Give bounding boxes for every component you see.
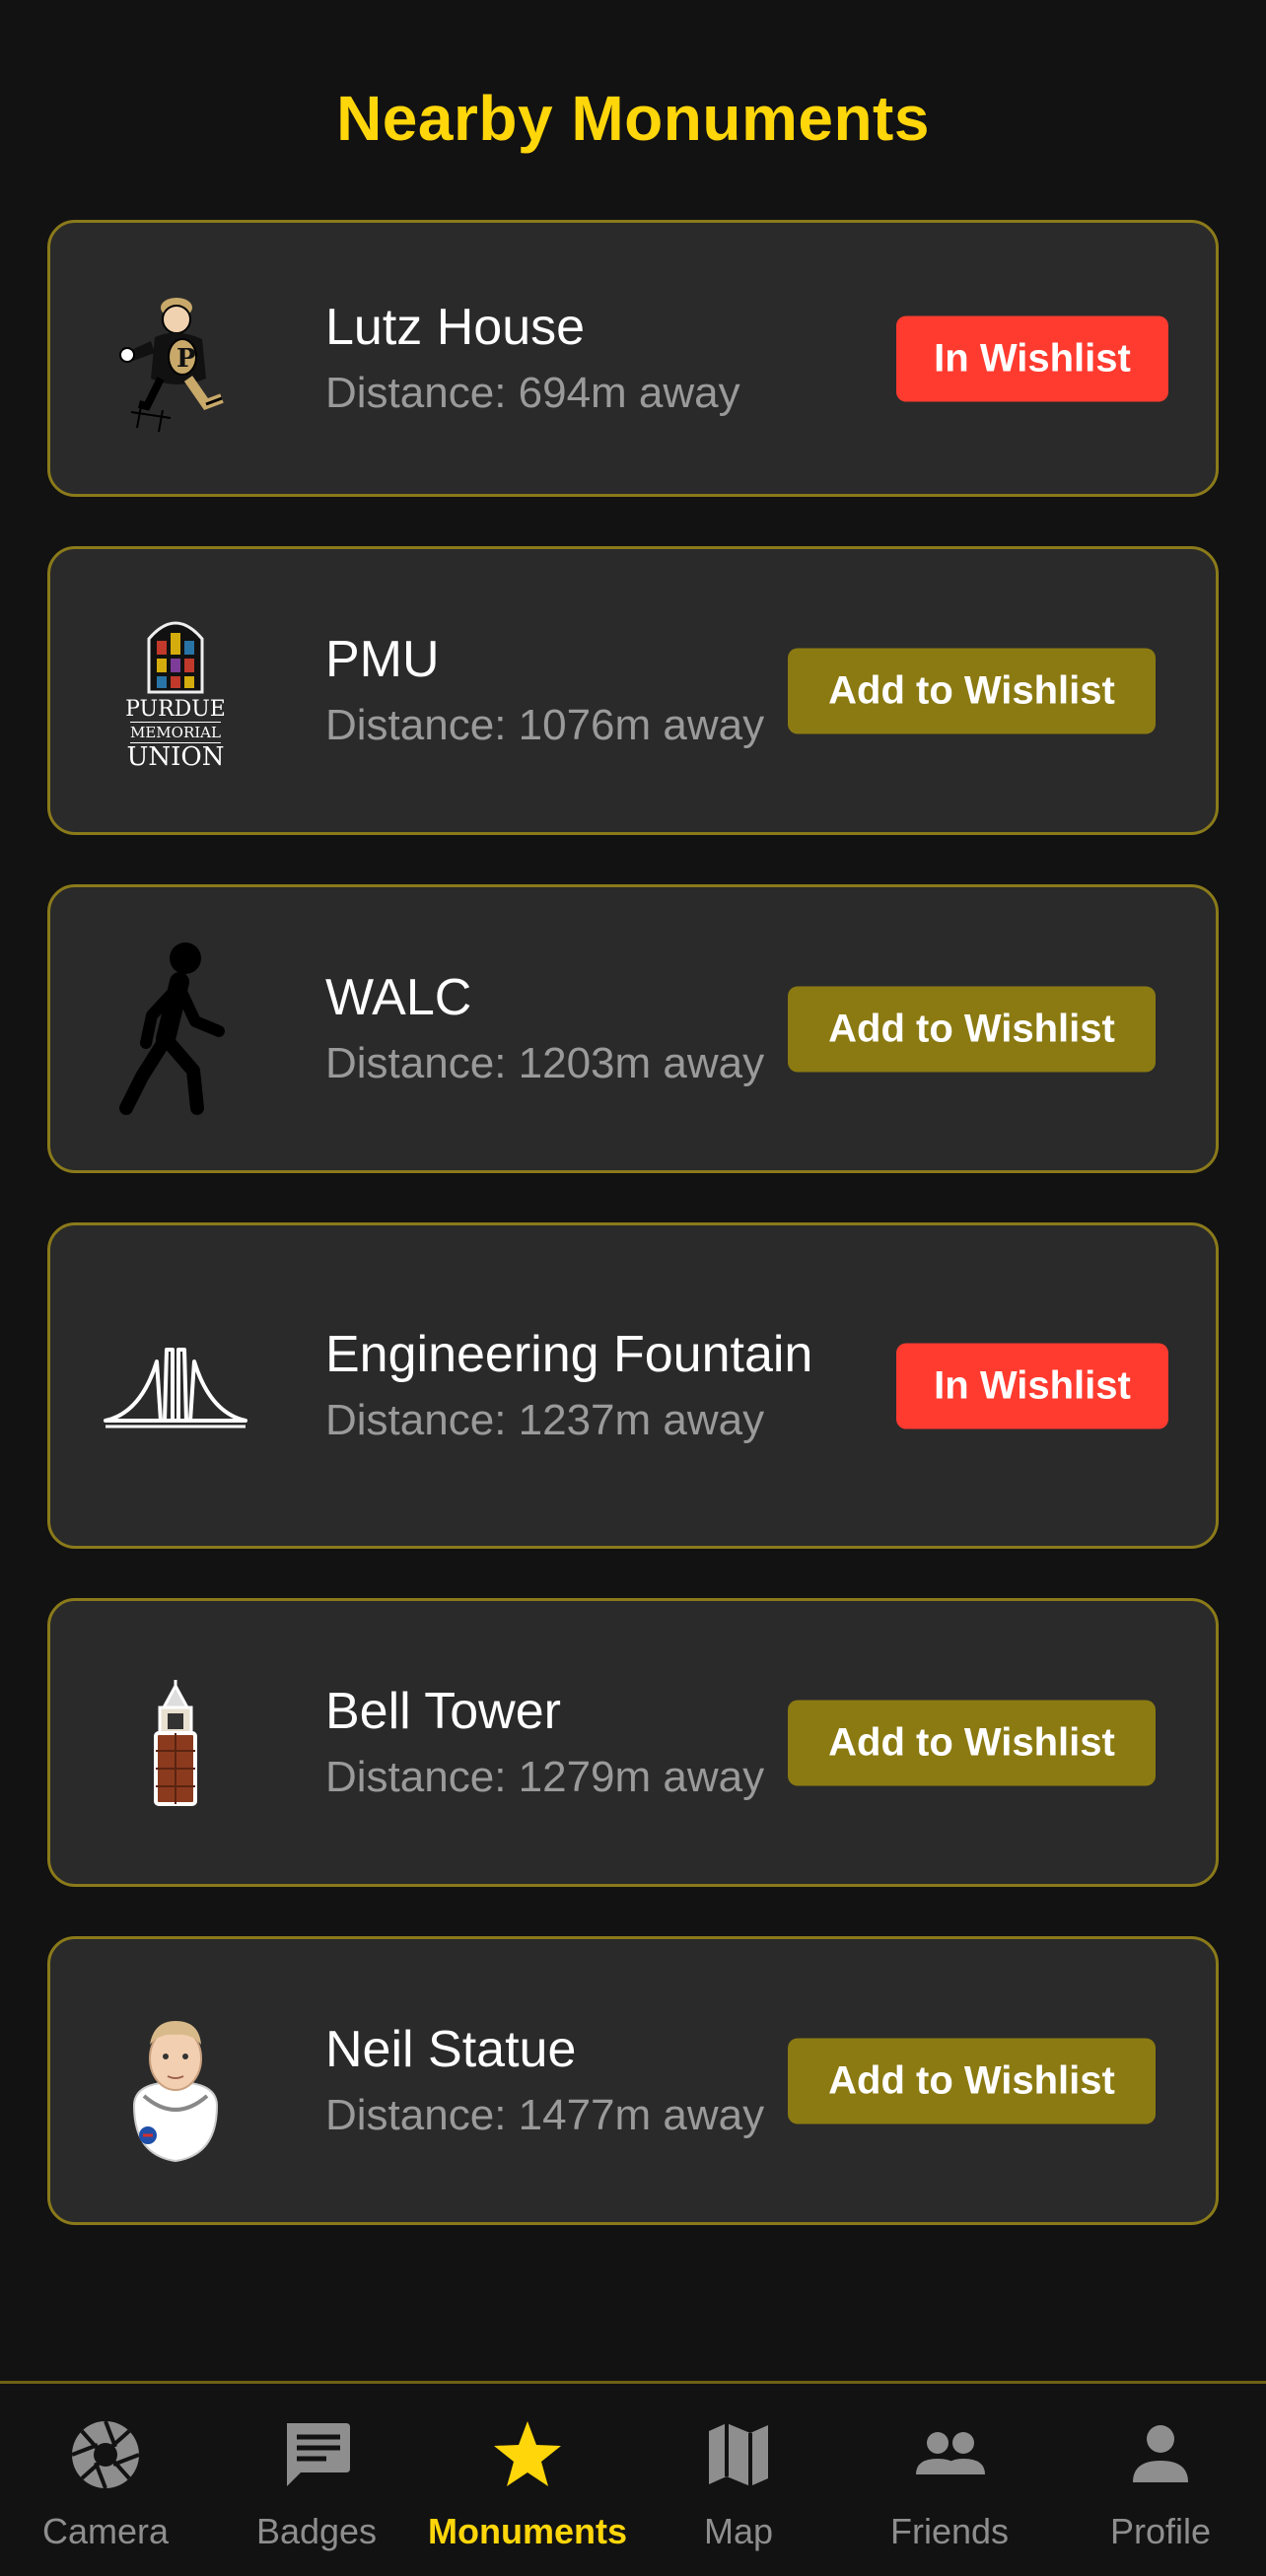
monument-name: PMU (325, 630, 440, 688)
monument-card[interactable]: Bell Tower Distance: 1279m away Add to W… (47, 1598, 1219, 1887)
tab-friends[interactable]: Friends (844, 2384, 1055, 2576)
tab-label: Map (703, 2511, 774, 2551)
monument-card[interactable]: Engineering Fountain Distance: 1237m awa… (47, 1222, 1219, 1549)
tab-label: Friends (889, 2511, 1010, 2551)
add-to-wishlist-button[interactable]: Add to Wishlist (788, 1700, 1156, 1785)
tab-badges[interactable]: Badges (211, 2384, 422, 2576)
monument-list: P Lutz House Distance: 694m away In Wish… (47, 220, 1219, 2274)
in-wishlist-button[interactable]: In Wishlist (896, 1343, 1168, 1428)
monument-distance: Distance: 1279m away (325, 1752, 765, 1801)
purdue-memorial-union-logo: PURDUE MEMORIAL UNION (111, 607, 240, 775)
tab-map[interactable]: Map (633, 2384, 844, 2576)
astronaut-icon (111, 1997, 240, 2165)
svg-text:P: P (176, 344, 196, 374)
monument-name: WALC (325, 968, 472, 1026)
message-icon (287, 2423, 350, 2486)
tab-label: Camera (41, 2511, 170, 2551)
bottom-tab-bar: Camera Badges Monuments Map Friends Prof… (0, 2381, 1266, 2573)
tab-camera[interactable]: Camera (0, 2384, 211, 2576)
tab-profile[interactable]: Profile (1055, 2384, 1266, 2576)
bell-tower-icon (111, 1659, 240, 1827)
monument-distance: Distance: 1477m away (325, 2090, 765, 2139)
walking-person-icon (111, 941, 240, 1115)
fountain-icon (102, 1302, 249, 1470)
logo-line-purdue: PURDUE (125, 696, 226, 722)
person-icon (1133, 2425, 1188, 2482)
monument-distance: Distance: 1076m away (325, 700, 765, 749)
monument-name: Neil Statue (325, 2020, 577, 2078)
tab-label: Profile (1109, 2511, 1212, 2551)
add-to-wishlist-button[interactable]: Add to Wishlist (788, 648, 1156, 733)
monument-card[interactable]: PURDUE MEMORIAL UNION PMU Distance: 1076… (47, 546, 1219, 835)
monument-name: Lutz House (325, 298, 586, 356)
monument-card[interactable]: P Lutz House Distance: 694m away In Wish… (47, 220, 1219, 497)
logo-line-memorial: MEMORIAL (130, 721, 221, 743)
football-mascot-icon: P (111, 275, 240, 443)
tab-label: Badges (255, 2511, 378, 2551)
add-to-wishlist-button[interactable]: Add to Wishlist (788, 2038, 1156, 2123)
in-wishlist-button[interactable]: In Wishlist (896, 315, 1168, 401)
logo-line-union: UNION (126, 741, 225, 772)
monument-card[interactable]: WALC Distance: 1203m away Add to Wishlis… (47, 884, 1219, 1173)
camera-aperture-icon (71, 2420, 140, 2489)
monument-distance: Distance: 694m away (325, 368, 740, 417)
monument-name: Engineering Fountain (325, 1325, 813, 1383)
page-title: Nearby Monuments (336, 83, 930, 154)
map-icon (709, 2423, 768, 2486)
star-icon (494, 2421, 561, 2486)
monument-distance: Distance: 1203m away (325, 1038, 765, 1087)
monument-name: Bell Tower (325, 1682, 561, 1740)
monument-distance: Distance: 1237m away (325, 1395, 765, 1444)
tab-label: Monuments (428, 2511, 627, 2551)
tab-monuments[interactable]: Monuments (422, 2384, 633, 2576)
add-to-wishlist-button[interactable]: Add to Wishlist (788, 986, 1156, 1072)
people-icon (916, 2432, 985, 2474)
monument-card[interactable]: Neil Statue Distance: 1477m away Add to … (47, 1936, 1219, 2225)
stained-glass-window-icon (147, 621, 204, 693)
